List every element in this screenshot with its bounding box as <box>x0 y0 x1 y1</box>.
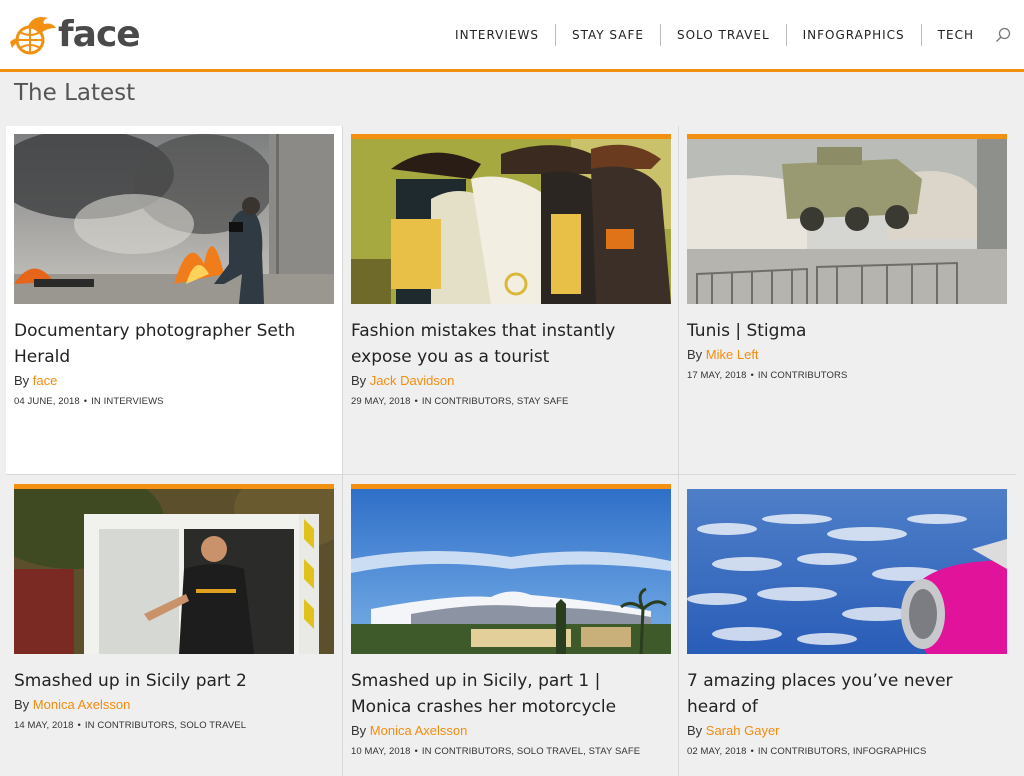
in-label: IN <box>421 396 432 407</box>
by-label: By <box>14 697 30 712</box>
post-categories[interactable]: CONTRIBUTORS, SOLO TRAVEL, STAY SAFE <box>434 746 640 757</box>
post-title[interactable]: Smashed up in Sicily part 2 <box>14 668 334 694</box>
post-categories[interactable]: CONTRIBUTORS <box>770 370 847 381</box>
post-author[interactable]: face <box>33 373 58 388</box>
post-author[interactable]: Jack Davidson <box>370 373 455 388</box>
post-card[interactable]: Smashed up in Sicily part 2 By Monica Ax… <box>6 476 342 776</box>
post-thumbnail[interactable] <box>351 134 671 304</box>
post-title[interactable]: 7 amazing places you’ve never heard of <box>687 668 1007 720</box>
by-label: By <box>687 723 703 738</box>
post-card[interactable]: Fashion mistakes that instantly expose y… <box>343 126 679 474</box>
post-date: 29 MAY, 2018 <box>351 396 411 407</box>
post-date: 04 JUNE, 2018 <box>14 396 80 407</box>
by-label: By <box>687 347 703 362</box>
post-thumbnail[interactable] <box>351 484 671 654</box>
post-author[interactable]: Monica Axelsson <box>33 697 131 712</box>
by-label: By <box>14 373 30 388</box>
eagle-globe-icon <box>10 17 56 55</box>
by-label: By <box>351 723 367 738</box>
post-title[interactable]: Smashed up in Sicily, part 1 | Monica cr… <box>351 668 671 720</box>
in-label: IN <box>757 746 768 757</box>
logo-wordmark: face <box>58 13 141 55</box>
post-categories[interactable]: INTERVIEWS <box>104 396 164 407</box>
photographer-fire-image <box>14 134 334 304</box>
site-logo[interactable]: face <box>8 12 148 60</box>
grid-divider <box>6 474 1016 475</box>
post-date: 14 MAY, 2018 <box>14 720 74 731</box>
post-author[interactable]: Mike Left <box>706 347 759 362</box>
nav-item-tech[interactable]: TECH <box>920 24 990 46</box>
post-byline: By face <box>14 372 334 390</box>
etna-landscape-image <box>351 489 671 654</box>
post-meta: 29 MAY, 2018 • IN CONTRIBUTORS, STAY SAFE <box>351 396 569 407</box>
in-label: IN <box>91 396 101 407</box>
post-byline: By Jack Davidson <box>351 372 671 390</box>
main-nav: INTERVIEWS STAY SAFE SOLO TRAVEL INFOGRA… <box>439 24 1014 46</box>
post-meta: 04 JUNE, 2018 • IN INTERVIEWS <box>14 396 164 407</box>
poster-art-image <box>351 139 671 304</box>
post-categories[interactable]: CONTRIBUTORS, STAY SAFE <box>434 396 568 407</box>
post-title[interactable]: Tunis | Stigma <box>687 318 1007 344</box>
post-author[interactable]: Sarah Gayer <box>706 723 780 738</box>
site-header: face INTERVIEWS STAY SAFE SOLO TRAVEL IN… <box>0 0 1024 72</box>
post-meta: 02 MAY, 2018 • IN CONTRIBUTORS, INFOGRAPHI… <box>687 746 927 757</box>
post-byline: By Monica Axelsson <box>14 696 334 714</box>
nav-item-interviews[interactable]: INTERVIEWS <box>439 24 555 46</box>
nav-item-infographics[interactable]: INFOGRAPHICS <box>785 24 921 46</box>
post-card[interactable]: 7 amazing places you’ve never heard of B… <box>679 476 1015 776</box>
post-title[interactable]: Fashion mistakes that instantly expose y… <box>351 318 671 370</box>
post-meta: 17 MAY, 2018 • IN CONTRIBUTORS <box>687 370 848 381</box>
post-categories[interactable]: CONTRIBUTORS, SOLO TRAVEL <box>97 720 246 731</box>
post-date: 10 MAY, 2018 <box>351 746 411 757</box>
ambulance-image <box>14 489 334 654</box>
post-thumbnail[interactable] <box>14 484 334 654</box>
post-card[interactable]: Tunis | Stigma By Mike Left 17 MAY, 2018… <box>679 126 1015 474</box>
post-author[interactable]: Monica Axelsson <box>370 723 468 738</box>
nav-item-stay-safe[interactable]: STAY SAFE <box>554 24 660 46</box>
post-meta: 14 MAY, 2018 • IN CONTRIBUTORS, SOLO TRAVE… <box>14 720 247 731</box>
post-date: 17 MAY, 2018 <box>687 370 747 381</box>
airplane-wing-image <box>687 489 1007 654</box>
post-card[interactable]: Smashed up in Sicily, part 1 | Monica cr… <box>343 476 679 776</box>
post-title[interactable]: Documentary photographer Seth Herald <box>14 318 334 370</box>
armored-vehicle-image <box>687 139 1007 304</box>
by-label: By <box>351 373 367 388</box>
search-button[interactable] <box>992 24 1014 46</box>
post-card[interactable]: Documentary photographer Seth Herald By … <box>6 126 342 474</box>
post-thumbnail[interactable] <box>14 134 334 304</box>
in-label: IN <box>421 746 432 757</box>
in-label: IN <box>84 720 95 731</box>
post-categories[interactable]: CONTRIBUTORS, INFOGRAPHICS <box>770 746 926 757</box>
post-byline: By Monica Axelsson <box>351 722 671 740</box>
post-meta: 10 MAY, 2018 • IN CONTRIBUTORS, SOLO TRAVE… <box>351 746 641 757</box>
section-title: The Latest <box>14 80 136 106</box>
post-date: 02 MAY, 2018 <box>687 746 747 757</box>
in-label: IN <box>757 370 768 381</box>
nav-item-solo-travel[interactable]: SOLO TRAVEL <box>659 24 786 46</box>
post-byline: By Sarah Gayer <box>687 722 1007 740</box>
post-thumbnail[interactable] <box>687 134 1007 304</box>
post-thumbnail[interactable] <box>687 489 1007 654</box>
search-icon <box>996 27 1011 42</box>
post-byline: By Mike Left <box>687 346 1007 364</box>
